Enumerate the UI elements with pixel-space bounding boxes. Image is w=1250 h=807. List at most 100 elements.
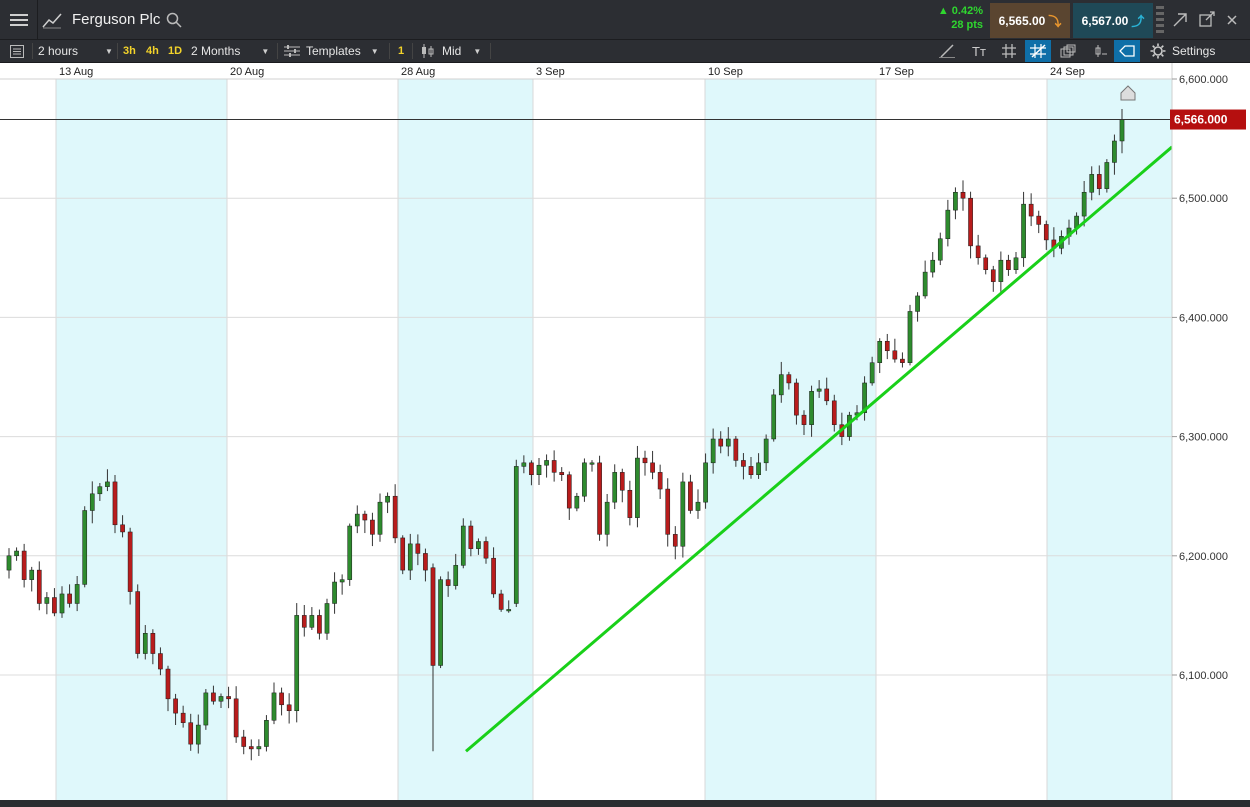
candle-body	[975, 245, 981, 259]
candle-body	[756, 462, 761, 475]
period-dropdown[interactable]: 2 Months ▼	[191, 40, 269, 62]
buy-button[interactable]: 6,567.00 ⤴	[1073, 3, 1153, 38]
candle-body	[529, 462, 534, 475]
candle-body	[635, 457, 640, 518]
x-tick-label: 10 Sep	[708, 66, 743, 78]
candle-body	[990, 269, 996, 282]
candle-body	[188, 722, 194, 745]
x-tick-label: 13 Aug	[59, 66, 93, 78]
chart-style-button[interactable]	[1087, 40, 1113, 62]
text-tool-button[interactable]: Tт	[966, 40, 992, 62]
candlestick-icon	[422, 44, 434, 58]
candle-body	[983, 257, 989, 270]
candle-body	[120, 524, 125, 533]
candle-body	[271, 692, 277, 721]
range-1d-button[interactable]: 1D	[168, 40, 182, 62]
candle-body	[89, 493, 95, 511]
candle-body	[650, 462, 655, 473]
candle-body	[597, 462, 602, 535]
range-3h-button[interactable]: 3h	[123, 40, 136, 62]
candle-body	[483, 541, 489, 559]
candle-body	[21, 550, 27, 580]
candle-body	[294, 615, 300, 712]
candle	[347, 523, 353, 586]
candle-body	[1089, 174, 1095, 193]
candle-body	[559, 472, 565, 475]
candle-body	[400, 537, 406, 571]
candle-body	[135, 591, 141, 654]
layers-button[interactable]	[1055, 40, 1081, 62]
candle-body	[211, 692, 216, 702]
price-tag-button[interactable]	[1114, 40, 1140, 62]
y-tick-label: 6,300.000	[1179, 432, 1228, 444]
x-tick-label: 3 Sep	[536, 66, 565, 78]
candle-body	[233, 698, 239, 738]
candle-body	[317, 615, 322, 634]
instrument-name[interactable]: Ferguson Plc	[72, 11, 160, 28]
y-tick-label: 6,500.000	[1179, 193, 1228, 205]
candle-body	[59, 593, 65, 614]
candle-body	[6, 555, 12, 571]
expand-icon[interactable]	[1173, 13, 1187, 27]
scroll-grip-icon[interactable]	[1156, 6, 1164, 33]
change-percent: ▲ 0.42%	[937, 5, 983, 17]
candle	[1104, 159, 1110, 193]
candle-body	[362, 513, 368, 521]
candle-body	[733, 438, 739, 461]
candle-body	[52, 597, 57, 614]
draw-tool-button[interactable]	[934, 40, 960, 62]
crosshair-button[interactable]	[1025, 40, 1051, 62]
hamburger-icon	[9, 14, 28, 26]
candle	[907, 304, 913, 366]
candle-body	[877, 340, 883, 363]
candle-body	[1028, 203, 1034, 217]
candle-body	[930, 259, 936, 273]
interval-dropdown[interactable]: 2 hours ▼	[38, 40, 113, 62]
candle-body	[415, 543, 421, 554]
price-change: ▲ 0.42% 28 pts	[925, 4, 987, 36]
menu-button[interactable]	[0, 0, 38, 40]
candle-body	[1096, 174, 1102, 189]
templates-dropdown[interactable]: Templates ▼	[284, 40, 379, 62]
y-tick-label: 6,400.000	[1179, 312, 1228, 324]
grid-toggle-button[interactable]	[996, 40, 1022, 62]
candle-body	[468, 525, 474, 549]
candle-body	[14, 550, 19, 557]
candle-body	[922, 271, 928, 297]
search-button[interactable]	[166, 12, 184, 30]
close-icon[interactable]	[1227, 15, 1237, 25]
weekend-band	[56, 63, 227, 800]
sell-price: 6,565.00	[998, 13, 1046, 28]
list-icon	[10, 44, 24, 58]
candle-body	[385, 495, 390, 503]
candle-body	[180, 712, 186, 723]
candle-body	[710, 438, 716, 464]
candle	[112, 475, 118, 534]
settings-button[interactable]: Settings	[1150, 40, 1215, 62]
price-type-dropdown[interactable]: Mid ▼	[420, 40, 481, 62]
candle-body	[869, 362, 875, 384]
candle-body	[1104, 162, 1110, 189]
sell-button[interactable]: 6,565.00 ⤵	[990, 3, 1070, 38]
indicator-count-badge[interactable]: 1	[398, 40, 404, 62]
candle	[82, 506, 88, 588]
candle-body	[968, 197, 973, 247]
candle-body	[1119, 119, 1125, 142]
grid-icon	[1002, 44, 1016, 58]
candle-body	[173, 698, 178, 714]
candle-body	[158, 653, 163, 670]
candle-body	[392, 495, 398, 539]
candle-body	[801, 414, 807, 425]
candle-body	[286, 704, 292, 712]
list-button[interactable]	[4, 40, 30, 62]
candle-body	[142, 633, 148, 654]
popout-icon[interactable]	[1199, 11, 1215, 27]
candle-body	[680, 481, 686, 547]
weekend-band	[1047, 63, 1172, 800]
x-tick-label: 17 Sep	[879, 66, 914, 78]
caret-down-icon: ▼	[473, 46, 482, 56]
range-4h-button[interactable]: 4h	[146, 40, 159, 62]
candle-body	[407, 543, 413, 571]
chart-type-button[interactable]	[38, 0, 66, 40]
price-chart[interactable]: 13 Aug 20 Aug 28 Aug 3 Sep 10 Sep 17 Sep 24 Se…	[0, 63, 1250, 807]
